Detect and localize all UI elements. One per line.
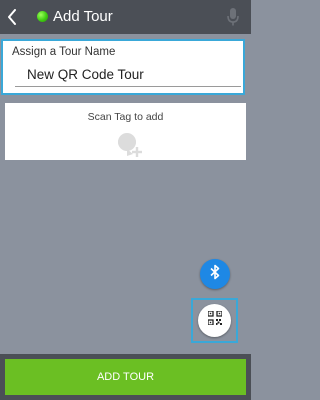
status-dot-icon (37, 11, 48, 22)
top-bar: Add Tour (0, 0, 251, 34)
tour-name-input[interactable] (15, 62, 241, 87)
footer-bar: ADD TOUR (0, 354, 251, 400)
tour-name-label: Assign a Tour Name (12, 46, 116, 58)
page-title: Add Tour (53, 8, 113, 25)
microphone-icon[interactable] (226, 7, 240, 27)
bluetooth-button[interactable] (200, 259, 230, 289)
tour-name-card: Assign a Tour Name (1, 39, 245, 95)
qr-code-button[interactable] (198, 304, 231, 337)
add-tag-icon (115, 130, 145, 158)
qr-button-highlight (191, 298, 238, 343)
back-arrow-icon[interactable] (5, 7, 19, 27)
scan-tag-card[interactable]: Scan Tag to add (5, 103, 246, 160)
qr-code-icon (206, 310, 223, 330)
add-tour-button[interactable]: ADD TOUR (5, 359, 246, 395)
bluetooth-icon (209, 264, 221, 285)
scan-tag-label: Scan Tag to add (87, 111, 164, 123)
